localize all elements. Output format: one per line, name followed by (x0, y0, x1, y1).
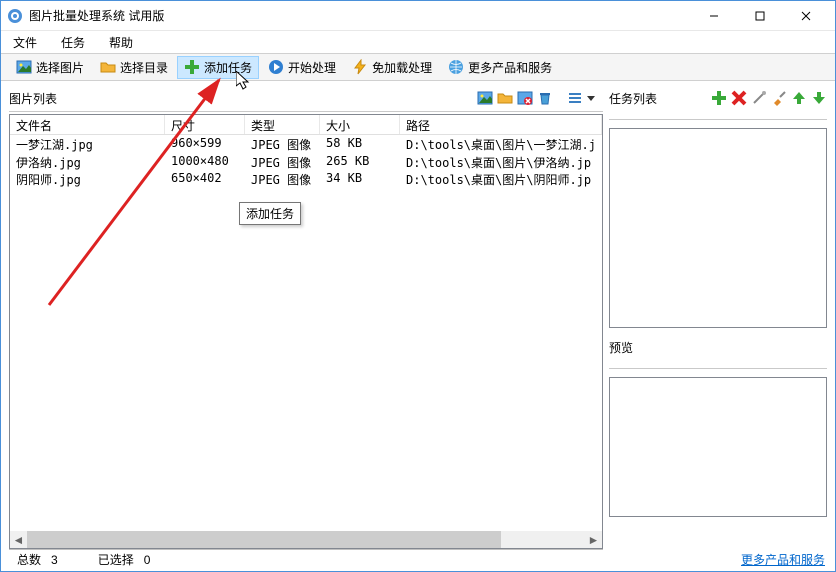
scroll-thumb[interactable] (27, 531, 501, 548)
globe-icon (448, 59, 464, 75)
image-list-title: 图片列表 (9, 90, 57, 107)
trash-icon[interactable] (537, 90, 553, 106)
cell-size: 34 KB (320, 170, 400, 188)
left-pane: 图片列表 文件名 尺寸 类型 大小 路径 (9, 87, 603, 569)
add-task-button[interactable]: 添加任务 (177, 56, 259, 79)
total-value: 3 (51, 553, 58, 567)
start-process-button[interactable]: 开始处理 (261, 56, 343, 79)
list-icon[interactable] (567, 90, 583, 106)
cell-path: D:\tools\桌面\图片\伊洛纳.jp (400, 153, 602, 171)
arrow-up-icon[interactable] (791, 90, 807, 106)
add-task-label: 添加任务 (204, 59, 252, 76)
preview-box (609, 377, 827, 517)
horizontal-scrollbar[interactable]: ◄ ► (10, 531, 602, 548)
select-folder-label: 选择目录 (120, 59, 168, 76)
titlebar: 图片批量处理系统 试用版 (1, 1, 835, 31)
statusbar: 总数 3 已选择 0 (9, 549, 603, 569)
wand-icon[interactable] (751, 90, 767, 106)
col-dimension[interactable]: 尺寸 (165, 115, 245, 134)
menubar: 文件 任务 帮助 (1, 31, 835, 53)
preview-title: 预览 (609, 339, 633, 356)
cell-name: 伊洛纳.jpg (10, 153, 165, 171)
app-window: 图片批量处理系统 试用版 文件 任务 帮助 选择图片 选择目录 添加任务 (0, 0, 836, 572)
col-path[interactable]: 路径 (400, 115, 602, 134)
cell-dim: 960×599 (165, 135, 245, 153)
picture-icon (16, 59, 32, 75)
scroll-track[interactable] (27, 531, 585, 548)
select-pictures-button[interactable]: 选择图片 (9, 56, 91, 79)
close-button[interactable] (783, 1, 829, 31)
cell-path: D:\tools\桌面\图片\一梦江湖.j (400, 135, 602, 153)
cell-name: 一梦江湖.jpg (10, 135, 165, 153)
task-listbox[interactable] (609, 128, 827, 328)
content-area: 图片列表 文件名 尺寸 类型 大小 路径 (1, 81, 835, 571)
preview-header: 预览 (609, 336, 827, 358)
select-pictures-label: 选择图片 (36, 59, 84, 76)
table-row[interactable]: 阴阳师.jpg 650×402 JPEG 图像 34 KB D:\tools\桌… (10, 170, 602, 188)
more-products-label: 更多产品和服务 (468, 59, 552, 76)
brush-icon[interactable] (771, 90, 787, 106)
col-type[interactable]: 类型 (245, 115, 320, 134)
plus-icon[interactable] (711, 90, 727, 106)
cell-dim: 1000×480 (165, 153, 245, 171)
image-list-header: 图片列表 (9, 87, 603, 109)
listview-body: 一梦江湖.jpg 960×599 JPEG 图像 58 KB D:\tools\… (10, 135, 602, 531)
start-process-label: 开始处理 (288, 59, 336, 76)
minimize-button[interactable] (691, 1, 737, 31)
scroll-right-icon[interactable]: ► (585, 531, 602, 548)
cell-size: 58 KB (320, 135, 400, 153)
status-total: 总数 3 (17, 551, 58, 568)
play-icon (268, 59, 284, 75)
toolbar: 选择图片 选择目录 添加任务 开始处理 免加载处理 更多产品和服务 (1, 53, 835, 81)
menu-file[interactable]: 文件 (9, 32, 41, 53)
plus-icon (184, 59, 200, 75)
menu-tasks[interactable]: 任务 (57, 32, 89, 53)
select-folder-button[interactable]: 选择目录 (93, 56, 175, 79)
status-selected: 已选择 0 (98, 551, 151, 568)
picture-icon[interactable] (477, 90, 493, 106)
total-label: 总数 (17, 553, 41, 567)
cell-type: JPEG 图像 (245, 153, 320, 171)
table-row[interactable]: 伊洛纳.jpg 1000×480 JPEG 图像 265 KB D:\tools… (10, 153, 602, 171)
col-name[interactable]: 文件名 (10, 115, 165, 134)
cross-icon[interactable] (731, 90, 747, 106)
noload-process-label: 免加载处理 (372, 59, 432, 76)
cell-type: JPEG 图像 (245, 170, 320, 188)
divider (9, 111, 603, 112)
selected-value: 0 (144, 553, 151, 567)
right-pane: 任务列表 预览 (609, 87, 827, 569)
cell-name: 阴阳师.jpg (10, 170, 165, 188)
window-title: 图片批量处理系统 试用版 (29, 7, 164, 24)
menu-help[interactable]: 帮助 (105, 32, 137, 53)
divider (609, 119, 827, 120)
cell-size: 265 KB (320, 153, 400, 171)
more-products-button[interactable]: 更多产品和服务 (441, 56, 559, 79)
task-list-header: 任务列表 (609, 87, 827, 109)
delete-image-icon[interactable] (517, 90, 533, 106)
selected-label: 已选择 (98, 553, 134, 567)
folder-icon[interactable] (497, 90, 513, 106)
divider (609, 368, 827, 369)
arrow-down-icon[interactable] (811, 90, 827, 106)
footer-more-link[interactable]: 更多产品和服务 (741, 551, 825, 568)
table-row[interactable]: 一梦江湖.jpg 960×599 JPEG 图像 58 KB D:\tools\… (10, 135, 602, 153)
bolt-icon (352, 59, 368, 75)
scroll-left-icon[interactable]: ◄ (10, 531, 27, 548)
task-list-toolbar (711, 90, 827, 106)
noload-process-button[interactable]: 免加载处理 (345, 56, 439, 79)
task-list-title: 任务列表 (609, 90, 657, 107)
tooltip-add-task: 添加任务 (239, 202, 301, 225)
image-list-toolbar (477, 90, 603, 106)
cell-path: D:\tools\桌面\图片\阴阳师.jp (400, 170, 602, 188)
cell-dim: 650×402 (165, 170, 245, 188)
image-listview[interactable]: 文件名 尺寸 类型 大小 路径 一梦江湖.jpg 960×599 JPEG 图像… (9, 114, 603, 549)
maximize-button[interactable] (737, 1, 783, 31)
col-size[interactable]: 大小 (320, 115, 400, 134)
cell-type: JPEG 图像 (245, 135, 320, 153)
folder-icon (100, 59, 116, 75)
dropdown-icon[interactable] (587, 90, 603, 106)
listview-header: 文件名 尺寸 类型 大小 路径 (10, 115, 602, 135)
app-icon (7, 8, 23, 24)
